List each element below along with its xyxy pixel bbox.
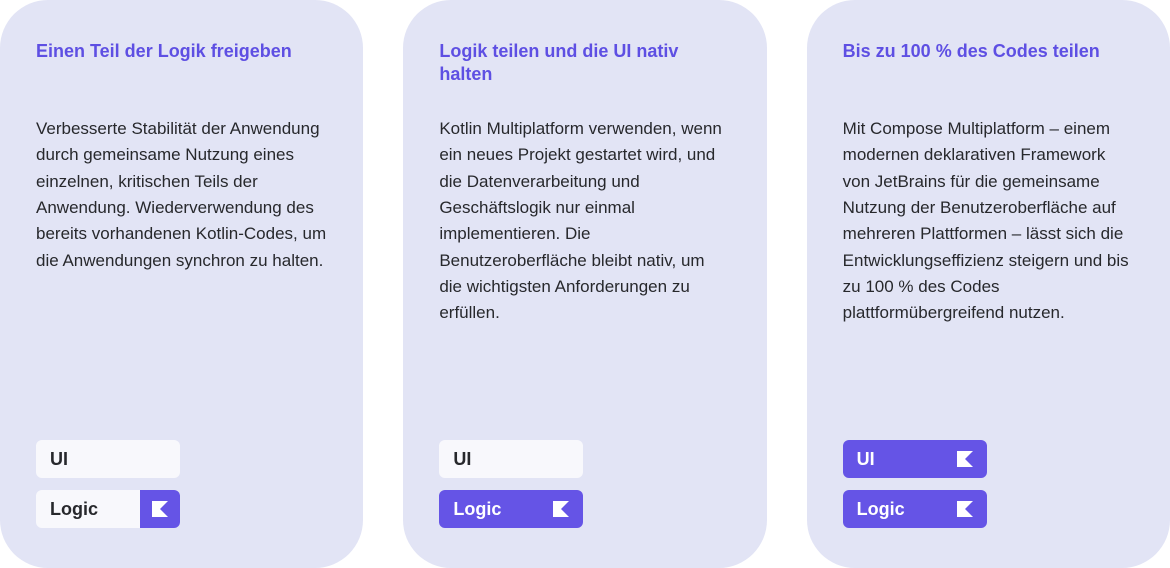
card-title: Logik teilen und die UI nativ halten bbox=[439, 40, 730, 88]
card-title: Einen Teil der Logik freigeben bbox=[36, 40, 327, 88]
card-title: Bis zu 100 % des Codes teilen bbox=[843, 40, 1134, 88]
logic-pill: Logic bbox=[439, 490, 583, 528]
kotlin-icon bbox=[957, 451, 973, 467]
feature-card-2: Logik teilen und die UI nativ halten Kot… bbox=[403, 0, 766, 568]
pill-group: UI Logic bbox=[439, 440, 730, 528]
pill-group: UI Logic bbox=[843, 440, 1134, 528]
pill-label: UI bbox=[50, 449, 68, 470]
kotlin-icon bbox=[152, 501, 168, 517]
logic-pill: Logic bbox=[36, 490, 180, 528]
kotlin-icon-wrap bbox=[140, 490, 180, 528]
pill-label: Logic bbox=[857, 499, 905, 520]
logic-pill: Logic bbox=[843, 490, 987, 528]
ui-pill: UI bbox=[843, 440, 987, 478]
kotlin-icon bbox=[553, 501, 569, 517]
ui-pill: UI bbox=[439, 440, 583, 478]
pill-group: UI Logic bbox=[36, 440, 327, 528]
card-description: Mit Compose Multiplatform – einem modern… bbox=[843, 116, 1134, 327]
ui-pill: UI bbox=[36, 440, 180, 478]
feature-card-1: Einen Teil der Logik freigeben Verbesser… bbox=[0, 0, 363, 568]
pill-label: UI bbox=[453, 449, 471, 470]
card-description: Kotlin Multiplatform verwenden, wenn ein… bbox=[439, 116, 730, 327]
feature-card-3: Bis zu 100 % des Codes teilen Mit Compos… bbox=[807, 0, 1170, 568]
pill-label: Logic bbox=[453, 499, 501, 520]
pill-label: Logic bbox=[36, 492, 112, 527]
card-description: Verbesserte Stabilität der Anwendung dur… bbox=[36, 116, 327, 274]
pill-label: UI bbox=[857, 449, 875, 470]
kotlin-icon bbox=[957, 501, 973, 517]
